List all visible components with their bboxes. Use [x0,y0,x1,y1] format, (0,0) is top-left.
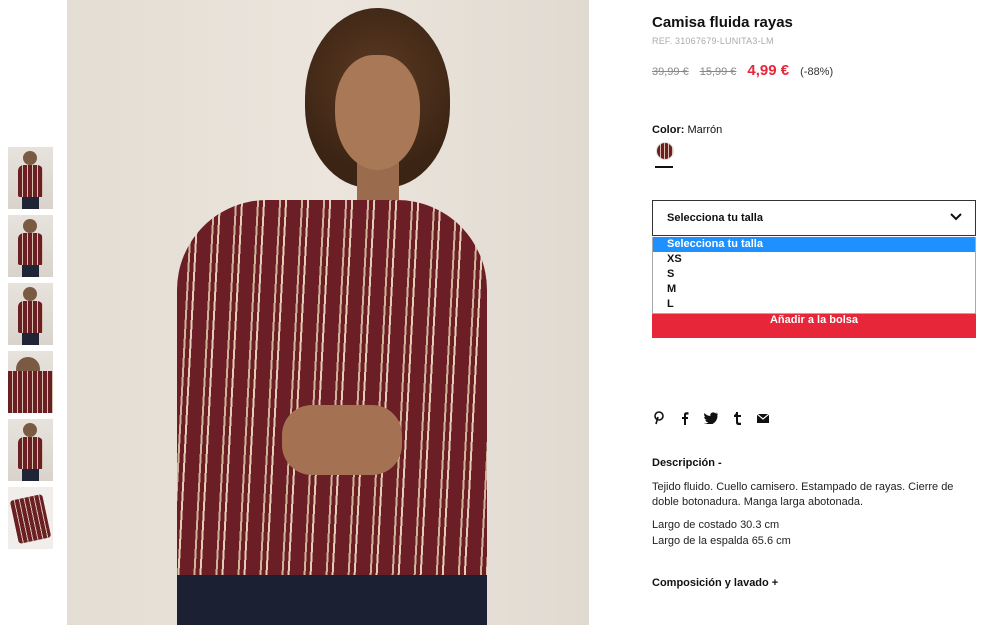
model-face [335,55,420,170]
size-option-xs[interactable]: XS [653,252,975,267]
description-heading[interactable]: Descripción - [652,457,722,469]
thumbnail-6[interactable] [8,487,53,549]
thumbnail-4[interactable] [8,351,53,413]
original-price: 39,99 € [652,66,689,78]
color-value: Marrón [687,124,723,136]
size-option-s[interactable]: S [653,267,975,282]
twitter-icon[interactable] [704,410,718,426]
thumbnail-1[interactable] [8,147,53,209]
product-title: Camisa fluida rayas [652,14,793,31]
color-label: Color: [652,124,685,136]
thumbnail-5[interactable] [8,419,53,481]
thumbnail-3[interactable] [8,283,53,345]
previous-price: 15,99 € [699,66,737,78]
color-line: Color: Marrón [652,124,722,136]
facebook-icon[interactable] [678,410,692,426]
striped-shirt [177,200,487,590]
price-row: 39,99 € 15,99 € 4,99 € (-88%) [652,62,833,79]
description-text: Tejido fluido. Cuello camisero. Estampad… [652,481,954,508]
discount-badge: (-88%) [800,66,834,78]
composition-heading[interactable]: Composición y lavado + [652,577,778,589]
size-option-l[interactable]: L [653,297,975,312]
current-price: 4,99 € [747,62,790,79]
size-select-value: Selecciona tu talla [667,212,763,224]
thumbnail-2[interactable] [8,215,53,277]
pinterest-icon[interactable] [652,410,666,426]
product-ref: REF. 31067679-LUNITA3-LM [652,36,774,46]
size-option-placeholder[interactable]: Selecciona tu talla [653,237,975,252]
chevron-down-icon [950,213,962,221]
share-icons [652,410,782,426]
measurement-back-length: Largo de la espalda 65.6 cm [652,535,791,547]
thumbnail-gallery [8,147,53,555]
email-icon[interactable] [756,410,770,426]
size-dropdown: Selecciona tu talla XS S M L [652,237,976,314]
size-select[interactable]: Selecciona tu talla [652,200,976,236]
swatch-selected-indicator [655,166,673,168]
model-pants [177,575,487,625]
size-option-m[interactable]: M [653,282,975,297]
model-hands [282,405,402,475]
measurement-side-length: Largo de costado 30.3 cm [652,519,780,531]
color-swatch[interactable] [656,142,674,160]
tumblr-icon[interactable] [730,410,744,426]
main-product-image[interactable] [67,0,589,625]
